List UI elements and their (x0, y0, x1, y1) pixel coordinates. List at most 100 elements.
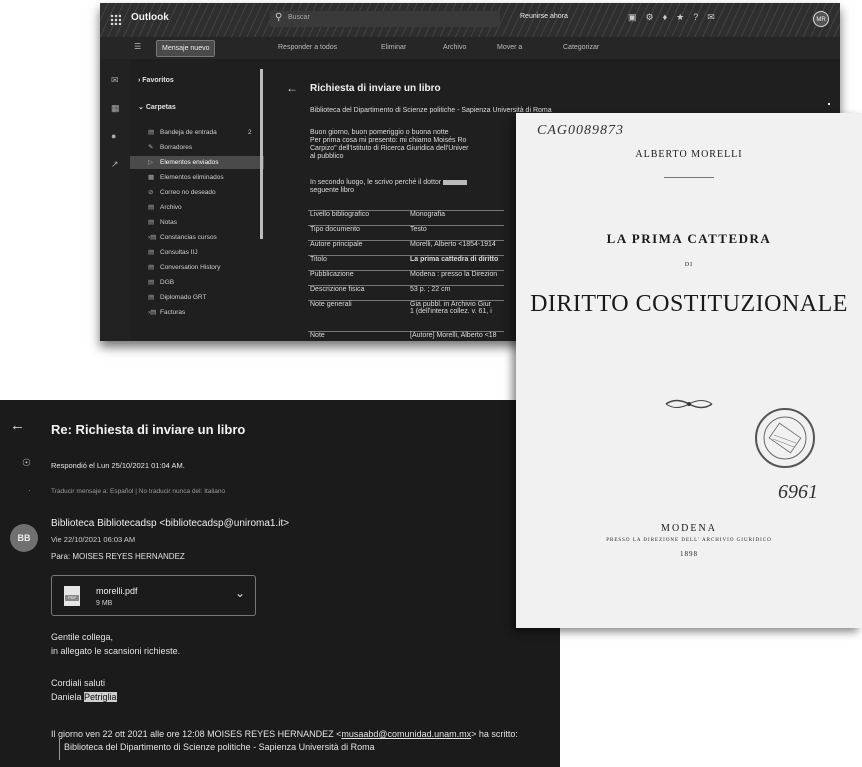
folder-label: Conversation History (160, 264, 221, 271)
table-key: Descrizione fisica (308, 285, 408, 301)
folder-conversation-history[interactable]: ▤ Conversation History (130, 261, 264, 274)
archive-button[interactable]: Archivo (443, 44, 466, 51)
folders-label: Carpetas (145, 104, 176, 111)
folder-diplomado[interactable]: ▤ Diplomado GRT (130, 291, 264, 304)
table-value-line: 1 (dell'intera collez. v. 61, i (410, 308, 492, 315)
redaction-block (443, 179, 468, 185)
toolbar-icons[interactable]: ▣⚙♦★?✉ (628, 12, 724, 23)
chevron-down-icon[interactable]: ⌄ (235, 586, 245, 600)
folder-notes[interactable]: ▤ Notas (130, 216, 264, 229)
search-placeholder: Buscar (288, 14, 310, 21)
attachment-card[interactable]: PDF morelli.pdf 9 MB ⌄ (51, 575, 256, 616)
attach-icon[interactable]: ↗ (111, 159, 119, 170)
table-value: 53 p. ; 22 cm (408, 285, 505, 301)
folders-header[interactable]: ⌄ Carpetas (138, 103, 176, 111)
body-line: Carpizo" dell'Istituto di Ricerca Giurid… (310, 145, 469, 152)
table-row: Descrizione fisica 53 p. ; 22 cm (308, 285, 505, 301)
folder-label: Facturas (160, 309, 186, 316)
translate-bar[interactable]: Traducir mensaje a: Español | No traduci… (51, 488, 225, 495)
quote-header: Il giorno ven 22 ott 2021 alle ore 12:08… (51, 729, 518, 739)
left-rail: ✉ ▦ ● ↗ (100, 59, 130, 341)
folder-icon: ▤ (148, 264, 155, 271)
divider (664, 177, 714, 178)
people-icon[interactable]: ● (111, 131, 116, 141)
folder-drafts[interactable]: ✎ Borradores (130, 141, 264, 154)
publication-place: MODENA (661, 523, 717, 534)
table-row: Note [Autore] Morelli, Alberto <18 (308, 331, 505, 341)
table-row: Pubblicazione Modena : presso la Direzion (308, 270, 505, 286)
calendar-icon[interactable]: ▦ (111, 103, 120, 114)
shelfmark: CAG0089873 (537, 123, 624, 138)
greeting: Gentile collega, (51, 632, 114, 642)
body-line: Per prima cosa mi presento: mi chiamo Mo… (310, 137, 467, 144)
book-title-page: CAG0089873 ALBERTO MORELLI LA PRIMA CATT… (516, 113, 862, 628)
book-author: ALBERTO MORELLI (635, 149, 743, 160)
more-options-icon[interactable] (828, 103, 830, 105)
categorize-button[interactable]: Categorizar (563, 44, 599, 51)
bibliographic-table: Livello bibliografico Monografia Tipo doc… (308, 210, 505, 341)
send-icon: ▷ (148, 159, 153, 166)
archive-icon: ▤ (148, 204, 155, 211)
hamburger-icon[interactable]: ☰ (134, 42, 141, 51)
table-value-line: Gia pubbl. in Archivio Giur (410, 301, 491, 308)
table-key: Titolo (308, 255, 408, 271)
trash-icon: ▩ (148, 174, 155, 181)
table-key: Autore principale (308, 240, 408, 256)
folder-dgb[interactable]: ▤ DGB (130, 276, 264, 289)
message-line: in allegato le scansioni richieste. (51, 646, 181, 656)
folder-junk[interactable]: ⊘ Correo no deseado (130, 186, 264, 199)
folder-label: Notas (160, 219, 177, 226)
folder-label: Elementos enviados (160, 159, 219, 166)
email-link[interactable]: musaabd@comunidad.unam.mx (341, 729, 471, 739)
closing: Cordiali saluti (51, 678, 106, 688)
table-value: Gia pubbl. in Archivio Giur 1 (dell'inter… (408, 300, 505, 332)
meet-now-button[interactable]: Reunirse ahora (520, 13, 568, 20)
publisher: PRESSO LA DIREZIONE DELL' ARCHIVIO GIURI… (606, 538, 772, 543)
translate-icon: · (28, 486, 31, 495)
folder-sent[interactable]: ▷ Elementos enviados (130, 156, 264, 169)
table-row: Livello bibliografico Monografia (308, 210, 505, 226)
quoted-text: Biblioteca del Dipartimento di Scienze p… (64, 742, 375, 752)
folder-inbox[interactable]: ▤ Bandeja de entrada 2 (130, 126, 264, 139)
table-value: Testo (408, 225, 505, 241)
signature: Daniela Petriglia (51, 692, 117, 702)
message-body: Buon giorno, buon pomeriggio o buona not… (310, 129, 550, 161)
book-title-line-2: DIRITTO COSTITUZIONALE (530, 291, 848, 317)
folder-constancias[interactable]: ›▤ Constancias cursos (130, 231, 264, 244)
attachment-name: morelli.pdf (96, 586, 138, 596)
avatar[interactable]: MR (813, 11, 829, 27)
signer-last-name: Petriglia (84, 692, 117, 702)
delete-button[interactable]: Eliminar (381, 44, 406, 51)
table-row: Note generali Gia pubbl. in Archivio Giur… (308, 300, 505, 332)
mail-icon[interactable]: ✉ (111, 75, 119, 86)
new-message-button[interactable]: Mensaje nuevo (156, 40, 216, 57)
folder-deleted[interactable]: ▩ Elementos eliminados (130, 171, 264, 184)
search-box[interactable]: ⚲ Buscar (270, 11, 500, 27)
reply-all-button[interactable]: Responder a todos (278, 44, 337, 51)
search-icon: ⚲ (275, 12, 283, 23)
table-value: [Autore] Morelli, Alberto <18 (408, 331, 505, 341)
app-launcher-icon[interactable] (110, 14, 121, 25)
body-line: Buon giorno, buon pomeriggio o buona not… (310, 129, 449, 136)
back-arrow-icon[interactable]: ← (286, 81, 298, 95)
table-value: Modena : presso la Direzion (408, 270, 505, 286)
move-to-button[interactable]: Mover a (497, 44, 522, 51)
folder-archive[interactable]: ▤ Archivo (130, 201, 264, 214)
folder-label: Bandeja de entrada (160, 129, 217, 136)
reply-window: ← Re: Richiesta di inviare un libro ☉ Re… (0, 400, 560, 767)
back-arrow-icon[interactable]: ← (10, 417, 25, 434)
ornament-icon (665, 399, 713, 409)
pdf-icon: PDF (64, 586, 80, 606)
message-subject: Richiesta di inviare un libro (310, 83, 441, 94)
table-value: Monografia (408, 210, 505, 226)
sender[interactable]: Biblioteca Bibliotecadsp <bibliotecadsp@… (51, 518, 289, 529)
favorites-header[interactable]: › Favoritos (138, 77, 174, 84)
folder-consultas[interactable]: ▤ Consultas IIJ (130, 246, 264, 259)
folder-label: Constancias cursos (160, 234, 217, 241)
replied-notice: Respondió el Lun 25/10/2021 01:04 AM. (51, 461, 185, 470)
quote-header-text: Il giorno ven 22 ott 2021 alle ore 12:08… (51, 729, 342, 739)
table-key: Note generali (308, 300, 408, 332)
folder-scrollbar[interactable] (260, 69, 263, 239)
folder-facturas[interactable]: ›▤ Facturas (130, 306, 264, 319)
folder-label: Archivo (160, 204, 182, 211)
